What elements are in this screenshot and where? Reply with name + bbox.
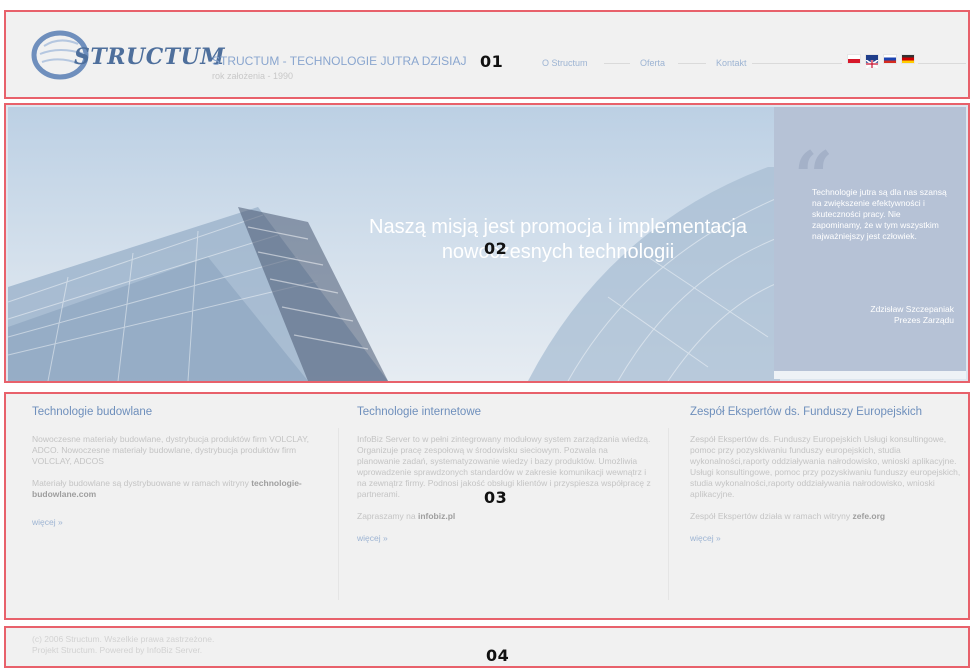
ceo-quote-panel: “ Technologie jutra są dla nas szansą na…	[774, 107, 966, 373]
content-zone: Technologie budowlane Nowoczesne materia…	[4, 392, 970, 620]
mission-line-2: nowoczesnych technologii	[441, 241, 675, 263]
site-link-zefe[interactable]: zefe.org	[853, 511, 886, 521]
more-link[interactable]: więcej »	[690, 533, 721, 543]
column-title: Zespół Ekspertów ds. Funduszy Europejski…	[690, 406, 923, 418]
header-zone: STRUCTUM STRUCTUM - TECHNOLOGIE JUTRA DZ…	[4, 10, 970, 99]
footer-text: (c) 2006 Structum. Wszelkie prawa zastrz…	[32, 634, 214, 656]
more-link[interactable]: więcej »	[357, 533, 388, 543]
column-divider	[668, 428, 669, 600]
zone-marker-02: 02	[484, 239, 508, 258]
logo-wordmark: STRUCTUM	[74, 44, 226, 70]
site-founded-note: rok założenia - 1990	[212, 71, 294, 81]
author-name: Zdzisław Szczepaniak	[870, 304, 954, 314]
column-internet-tech: Technologie internetowe InfoBiz Server t…	[357, 406, 653, 544]
nav-link-oferta[interactable]: Oferta	[640, 58, 665, 68]
nav-separator	[678, 63, 706, 64]
column-building-tech: Technologie budowlane Nowoczesne materia…	[32, 406, 310, 528]
more-link[interactable]: więcej »	[32, 517, 63, 527]
english-flag-icon[interactable]	[865, 55, 879, 69]
german-flag-icon[interactable]	[902, 55, 914, 63]
mission-statement: Naszą misją jest promocja i implementacj…	[338, 215, 778, 265]
author-role: Prezes Zarządu	[894, 315, 954, 325]
column-site-note: Zespół Ekspertów działa w ramach witryny…	[690, 511, 886, 521]
column-more: więcej »	[690, 533, 962, 544]
column-divider	[338, 428, 339, 600]
site-title: STRUCTUM - TECHNOLOGIE JUTRA DZISIAJ	[212, 54, 467, 68]
zone-marker-01: 01	[480, 52, 504, 71]
site-link-infobiz[interactable]: infobiz.pl	[418, 511, 455, 521]
powered-by-line: Projekt Structum. Powered by InfoBiz Ser…	[32, 645, 203, 655]
skyscraper-banner-image: Naszą misją jest promocja i implementacj…	[8, 107, 780, 381]
quote-author: Zdzisław Szczepaniak Prezes Zarządu	[870, 304, 954, 326]
nav-link-kontakt[interactable]: Kontakt	[716, 58, 747, 68]
russian-flag-icon[interactable]	[884, 55, 896, 63]
polish-flag-icon[interactable]	[848, 55, 860, 63]
ceo-quote: Technologie jutra są dla nas szansą na z…	[812, 187, 947, 241]
quote-panel-footer	[774, 371, 966, 379]
column-title: Technologie budowlane	[32, 406, 153, 418]
nav-separator	[918, 63, 966, 64]
structum-logo[interactable]: STRUCTUM	[30, 28, 225, 82]
zone-marker-04: 04	[486, 646, 510, 665]
column-eu-funds: Zespół Ekspertów ds. Funduszy Europejski…	[690, 406, 962, 544]
copyright-line: (c) 2006 Structum. Wszelkie prawa zastrz…	[32, 634, 215, 644]
column-description: Nowoczesne materiały budowlane, dystrybu…	[32, 434, 310, 466]
column-more: więcej »	[357, 533, 653, 544]
nav-link-o-structum[interactable]: O Structum	[542, 58, 588, 68]
column-site-note: Materiały budowlane są dystrybuowane w r…	[32, 478, 302, 499]
column-title: Technologie internetowe	[357, 406, 482, 418]
column-more: więcej »	[32, 517, 310, 528]
zone-marker-03: 03	[484, 488, 508, 507]
mission-line-1: Naszą misją jest promocja i implementacj…	[369, 216, 747, 238]
column-description: Zespół Ekspertów ds. Funduszy Europejski…	[690, 434, 961, 499]
banner-zone: Naszą misją jest promocja i implementacj…	[4, 103, 970, 383]
nav-separator	[604, 63, 630, 64]
footer-zone: (c) 2006 Structum. Wszelkie prawa zastrz…	[4, 626, 970, 668]
nav-separator	[752, 63, 842, 64]
column-site-note: Zapraszamy na infobiz.pl	[357, 511, 456, 521]
